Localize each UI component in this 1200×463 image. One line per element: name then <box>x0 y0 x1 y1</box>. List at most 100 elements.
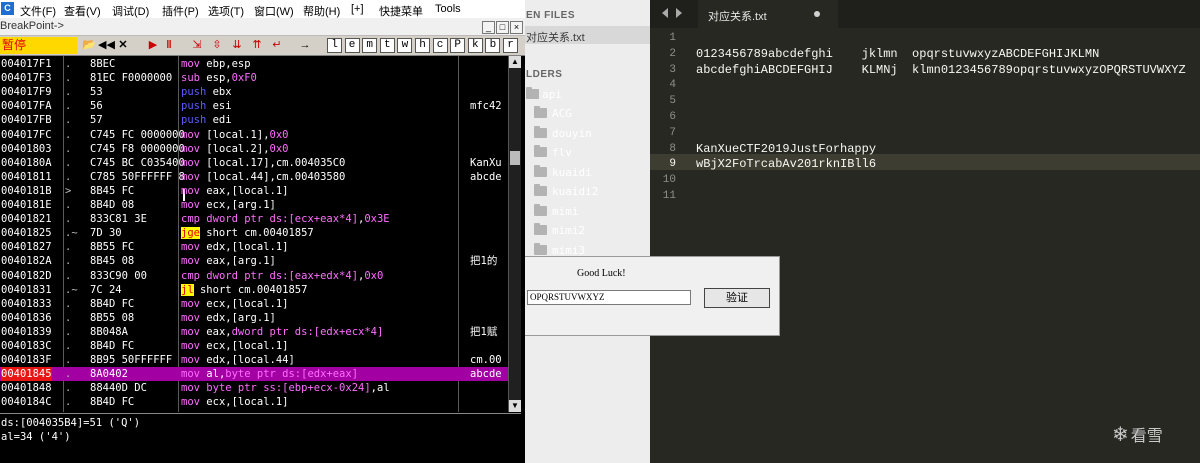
disasm-row[interactable]: 0040183F. 8B95 50FFFFFF mov edx,[local.44]… <box>0 353 521 367</box>
folder-label: douyin <box>552 126 592 140</box>
app-icon[interactable]: C <box>1 2 14 15</box>
toolbar-letter-button[interactable]: m <box>362 38 378 53</box>
menu-item[interactable]: [+] <box>351 3 364 15</box>
run-icon[interactable]: ▶ <box>146 38 160 53</box>
maximize-button[interactable]: □ <box>496 21 509 34</box>
toolbar-letter-button[interactable]: c <box>432 38 448 53</box>
unsaved-dot-icon[interactable] <box>814 11 820 17</box>
folder-item[interactable]: douyin <box>520 125 650 143</box>
toolbar-letter-button[interactable]: t <box>379 38 395 53</box>
disasm-address: 00401825 <box>1 227 52 240</box>
disasm-row[interactable]: 00401848. 88440D DC mov byte ptr ss:[ebp+e… <box>0 381 521 395</box>
disasm-row[interactable]: 0040181E. 8B4D 08 mov ecx,[arg.1] <box>0 198 521 212</box>
scroll-up-icon[interactable]: ▲ <box>509 56 521 68</box>
disasm-row[interactable]: 0040184F. 83C1 01 add ecx,0x1 <box>0 410 521 413</box>
disasm-address: 004017F1 <box>1 58 52 70</box>
cpu-disassembly[interactable]: 004017F1. 8BEC mov ebp,esp 004017F3. 81EC F0… <box>0 56 521 412</box>
disasm-hex: C745 FC 0000000 <box>90 128 185 141</box>
instruction-token: mov <box>181 142 207 155</box>
disasm-row[interactable]: 004017FC. C745 FC 0000000 mov [local.1],0x… <box>0 128 521 142</box>
folder-item[interactable]: flv <box>520 144 650 162</box>
toolbar-letter-button[interactable]: l <box>327 38 342 53</box>
folder-api[interactable]: api <box>520 86 650 104</box>
menu-item[interactable]: 插件(P) <box>162 3 199 19</box>
toolbar-letter-button[interactable]: h <box>415 38 430 53</box>
disasm-row[interactable]: 004017F9. 53 push ebx <box>0 85 521 99</box>
open-file-item[interactable]: 对应关系.txt <box>520 26 650 44</box>
disasm-hex: C745 F8 0000000 <box>90 142 185 155</box>
menu-item[interactable]: 调试(D) <box>112 3 149 19</box>
disasm-row[interactable]: 004017FA. 56 push esi mfc42 <box>0 99 521 113</box>
disasm-row[interactable]: 0040183C. 8B4D FC mov ecx,[local.1] <box>0 339 521 353</box>
toolbar-letter-button[interactable]: w <box>397 38 413 53</box>
toolbar-letter-button[interactable]: k <box>467 38 483 53</box>
instruction-token: esi <box>212 100 232 113</box>
disasm-row[interactable]: 00401845. 8A0402 mov al,byte ptr ds:[edx+e… <box>0 367 521 382</box>
editor-tab[interactable]: 对应关系.txt <box>698 0 838 28</box>
disasm-row[interactable]: 00401825 .~ 7D 30 jge short cm.00401857 <box>0 226 521 240</box>
disasm-row[interactable]: 00401821. 833C81 3E cmp dword ptr ds:[ecx+… <box>0 212 521 226</box>
watermark: ❄ 看雪 <box>1112 422 1163 447</box>
toolbar-letter-button[interactable]: r <box>503 38 518 53</box>
disasm-row[interactable]: 00401811. C785 50FFFFFF 8 mov [local.44],c… <box>0 170 521 184</box>
serial-input[interactable]: OPQRSTUVWXYZ <box>527 290 691 305</box>
verify-button[interactable]: 验证 <box>704 288 770 308</box>
disasm-address: 00401803 <box>1 142 52 155</box>
disasm-row[interactable]: 00401836. 8B55 08 mov edx,[arg.1] <box>0 311 521 325</box>
disasm-flag: . <box>65 297 72 310</box>
folder-item[interactable]: mimi <box>520 203 650 221</box>
trace-over-icon[interactable]: ⇈ <box>250 38 264 53</box>
toolbar-letter-button[interactable]: b <box>485 38 501 53</box>
disasm-instruction: jl short cm.00401857 <box>181 283 307 297</box>
disasm-row[interactable]: 00401833. 8B4D FC mov ecx,[local.1] <box>0 297 521 311</box>
arrow-left-icon[interactable] <box>662 8 668 18</box>
goto-icon[interactable]: → <box>298 38 312 53</box>
folder-label: mimi2 <box>552 224 586 237</box>
step-over-icon[interactable]: ⇳ <box>210 38 224 53</box>
restart-icon[interactable]: ◀◀ <box>98 38 115 53</box>
disasm-row[interactable]: 00401827. 8B55 FC mov edx,[local.1] <box>0 240 521 254</box>
disasm-scrollbar[interactable]: ▲ ▼ <box>508 56 521 412</box>
disasm-row[interactable]: 00401831 .~ 7C 24 jl short cm.00401857 <box>0 283 521 297</box>
disasm-row[interactable]: 004017F1. 8BEC mov ebp,esp <box>0 57 521 71</box>
disasm-address: 00401827 <box>1 241 52 254</box>
scroll-thumb[interactable] <box>510 151 520 165</box>
arrow-right-icon[interactable] <box>676 8 682 18</box>
menu-item[interactable]: 选项(T) <box>208 3 244 19</box>
disasm-row[interactable]: 0040180A. C745 BC C035400 mov [local.17],c… <box>0 156 521 170</box>
step-into-icon[interactable]: ⇲ <box>190 38 204 53</box>
disasm-row[interactable]: 0040184C. 8B4D FC mov ecx,[local.1] <box>0 395 521 409</box>
menu-item[interactable]: Tools <box>435 3 461 15</box>
folder-icon <box>534 106 547 118</box>
disasm-row[interactable]: 00401839. 8B048A mov eax,dword ptr ds:[edx… <box>0 325 521 339</box>
folder-item[interactable]: kuaidi2 <box>520 183 650 201</box>
disasm-address: 0040182A <box>1 255 52 268</box>
execute-till-return-icon[interactable]: ↵ <box>270 38 284 53</box>
menu-item[interactable]: 帮助(H) <box>303 3 340 19</box>
folder-item[interactable]: ACG <box>520 105 650 123</box>
menu-item[interactable]: 查看(V) <box>64 3 101 19</box>
close-button[interactable]: × <box>510 21 523 34</box>
menu-item[interactable]: 文件(F) <box>20 3 56 19</box>
instruction-token: cmp <box>181 269 207 282</box>
disasm-row[interactable]: 00401803. C745 F8 0000000 mov [local.2],0x… <box>0 142 521 156</box>
disasm-row[interactable]: 0040182A. 8B45 08 mov eax,[arg.1] 把1的 <box>0 254 521 268</box>
pause-icon[interactable]: ‖ <box>162 38 176 53</box>
minimize-button[interactable]: _ <box>482 21 495 34</box>
disasm-instruction: cmp dword ptr ds:[ecx+eax*4],0x3E <box>181 212 390 226</box>
scroll-down-icon[interactable]: ▼ <box>509 400 521 412</box>
trace-into-icon[interactable]: ⇊ <box>230 38 244 53</box>
folder-item[interactable]: kuaidi <box>520 164 650 182</box>
menu-item[interactable]: 快捷菜单 <box>379 3 423 19</box>
disasm-row[interactable]: 0040182D. 833C90 00 cmp dword ptr ds:[eax+… <box>0 269 521 283</box>
disasm-instruction: jge short cm.00401857 <box>181 226 314 240</box>
toolbar-letter-button[interactable]: P <box>450 38 466 53</box>
menu-item[interactable]: 窗口(W) <box>254 3 294 19</box>
disasm-row[interactable]: 0040181B >8B45 FC mov eax,[local.1] <box>0 184 521 198</box>
open-icon[interactable]: 📂 <box>82 38 96 53</box>
disasm-row[interactable]: 004017F3. 81EC F0000000 sub esp,0xF0 <box>0 71 521 85</box>
disasm-row[interactable]: 004017FB. 57 push edi <box>0 113 521 127</box>
folder-item[interactable]: mimi2 <box>520 222 650 240</box>
toolbar-letter-button[interactable]: e <box>344 38 360 53</box>
close-process-icon[interactable]: ✕ <box>116 38 130 53</box>
